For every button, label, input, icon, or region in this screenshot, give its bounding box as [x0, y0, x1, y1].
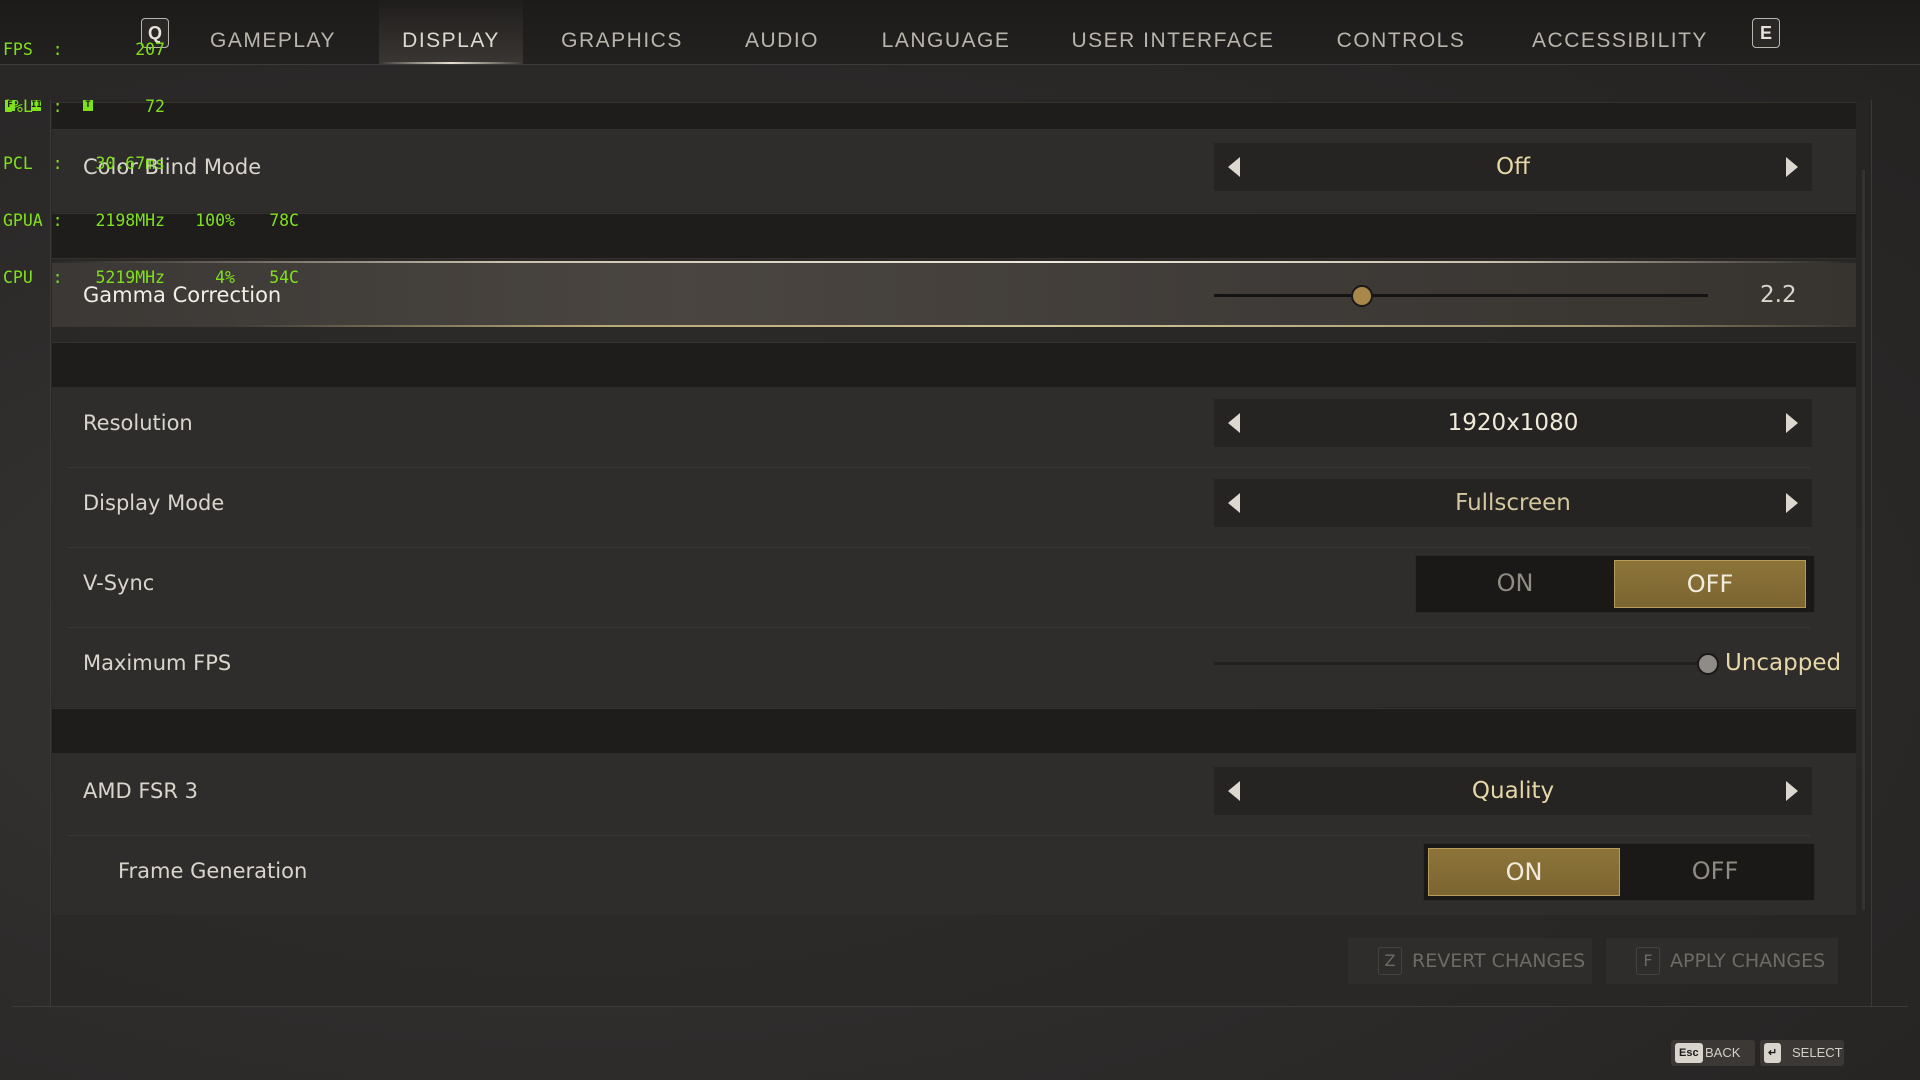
revert-changes-label: REVERT CHANGES: [1412, 950, 1586, 972]
vsync-on-option[interactable]: ON: [1420, 560, 1610, 606]
perf-row-fps: FPS : 207: [3, 40, 299, 59]
apply-changes-button[interactable]: F APPLY CHANGES: [1606, 938, 1838, 984]
back-hint[interactable]: Esc BACK: [1671, 1040, 1755, 1066]
esc-key-icon: Esc: [1675, 1043, 1703, 1063]
perf-value: 4%: [215, 268, 235, 287]
tab-audio[interactable]: AUDIO: [730, 0, 834, 64]
perf-label: CPU :: [3, 268, 63, 287]
section-bar: [52, 102, 1856, 130]
perf-label: GPUA :: [3, 211, 63, 230]
maximum-fps-label: Maximum FPS: [83, 651, 232, 675]
vsync-off-option[interactable]: OFF: [1614, 560, 1806, 608]
perf-row-gpu: GPUA : 2198MHz 100% 78C: [3, 211, 299, 230]
amd-fsr3-selector[interactable]: Quality: [1214, 767, 1812, 815]
performance-overlay: FPS : 207 1%L :72 PCL : 30.67ms GPUA : 2198…: [3, 2, 299, 325]
tab-accessibility[interactable]: ACCESSIBILITY: [1520, 0, 1720, 64]
section-bar: [52, 708, 1856, 754]
maximum-fps-slider-track[interactable]: [1214, 662, 1708, 665]
perf-pause-icon: II: [31, 100, 42, 111]
row-divider: [68, 547, 1810, 548]
vsync-label: V-Sync: [83, 571, 155, 595]
arrow-right-icon[interactable]: [1786, 781, 1798, 801]
maximum-fps-value: Uncapped: [1725, 650, 1842, 676]
color-blind-mode-value: Off: [1496, 154, 1530, 180]
perf-value: 2198MHz: [95, 211, 165, 230]
arrow-left-icon[interactable]: [1228, 781, 1240, 801]
select-hint-label: SELECT: [1792, 1045, 1843, 1060]
enter-key-icon: ↵: [1764, 1043, 1782, 1063]
perf-value: 100%: [195, 211, 235, 230]
arrow-left-icon[interactable]: [1228, 157, 1240, 177]
tab-user-interface[interactable]: USER INTERFACE: [1066, 0, 1280, 64]
resolution-selector[interactable]: 1920x1080: [1214, 399, 1812, 447]
scrollbar[interactable]: [1862, 170, 1865, 910]
row-divider: [68, 467, 1810, 468]
section-bar: [52, 342, 1856, 388]
amd-fsr3-value: Quality: [1471, 778, 1555, 804]
arrow-right-icon[interactable]: [1786, 413, 1798, 433]
perf-row-1pct-low: 1%L :72: [3, 97, 299, 116]
color-blind-mode-selector[interactable]: Off: [1214, 143, 1812, 191]
row-divider: [68, 835, 1810, 836]
perf-t-icon: T: [83, 100, 93, 111]
gamma-slider-track[interactable]: [1214, 294, 1708, 297]
frame-generation-label: Frame Generation: [118, 859, 308, 883]
display-mode-selector[interactable]: Fullscreen: [1214, 479, 1812, 527]
highlight-line-bottom: [52, 325, 1856, 327]
row-divider: [68, 627, 1810, 628]
arrow-left-icon[interactable]: [1228, 493, 1240, 513]
resolution-label: Resolution: [83, 411, 193, 435]
select-hint[interactable]: ↵ SELECT: [1760, 1040, 1844, 1066]
apply-changes-label: APPLY CHANGES: [1670, 950, 1826, 972]
footer-divider: [12, 1006, 1908, 1007]
vsync-toggle[interactable]: ON OFF: [1415, 555, 1815, 613]
tab-display[interactable]: DISPLAY: [379, 0, 523, 64]
display-mode-value: Fullscreen: [1455, 490, 1571, 516]
revert-key-hint: Z: [1378, 947, 1402, 975]
tab-graphics[interactable]: GRAPHICS: [552, 0, 692, 64]
gamma-correction-value: 2.2: [1760, 282, 1797, 308]
arrow-right-icon[interactable]: [1786, 157, 1798, 177]
revert-changes-button[interactable]: Z REVERT CHANGES: [1348, 938, 1592, 984]
tab-controls[interactable]: CONTROLS: [1326, 0, 1476, 64]
tab-language[interactable]: LANGUAGE: [872, 0, 1020, 64]
perf-value: 5219MHz: [95, 268, 165, 287]
frame-generation-off-option[interactable]: OFF: [1620, 848, 1810, 894]
settings-screen: GAMEPLAY DISPLAY GRAPHICS AUDIO LANGUAGE…: [0, 0, 1920, 1080]
arrow-left-icon[interactable]: [1228, 413, 1240, 433]
frame-generation-toggle[interactable]: ON OFF: [1423, 843, 1815, 901]
resolution-value: 1920x1080: [1447, 410, 1579, 436]
frame-generation-on-option[interactable]: ON: [1428, 848, 1620, 896]
display-mode-label: Display Mode: [83, 491, 225, 515]
perf-row-pcl: PCL : 30.67ms: [3, 154, 299, 173]
perf-label: PCL :: [3, 154, 63, 173]
next-tab-key-hint[interactable]: E: [1752, 18, 1780, 48]
arrow-right-icon[interactable]: [1786, 493, 1798, 513]
perf-label: FPS :: [3, 40, 63, 59]
perf-row-cpu: CPU : 5219MHz 4% 54C: [3, 268, 299, 287]
perf-value: 54C: [269, 268, 299, 287]
perf-value: 207: [135, 40, 165, 59]
amd-fsr3-label: AMD FSR 3: [83, 779, 198, 803]
perf-value: 30.67ms: [95, 154, 165, 173]
section-bar: [52, 213, 1856, 259]
apply-key-hint: F: [1636, 947, 1660, 975]
perf-f-icon: F: [5, 100, 15, 111]
back-hint-label: BACK: [1705, 1045, 1741, 1060]
maximum-fps-slider-thumb[interactable]: [1697, 653, 1719, 675]
highlight-line-top: [52, 261, 1856, 263]
perf-value: 78C: [269, 211, 299, 230]
